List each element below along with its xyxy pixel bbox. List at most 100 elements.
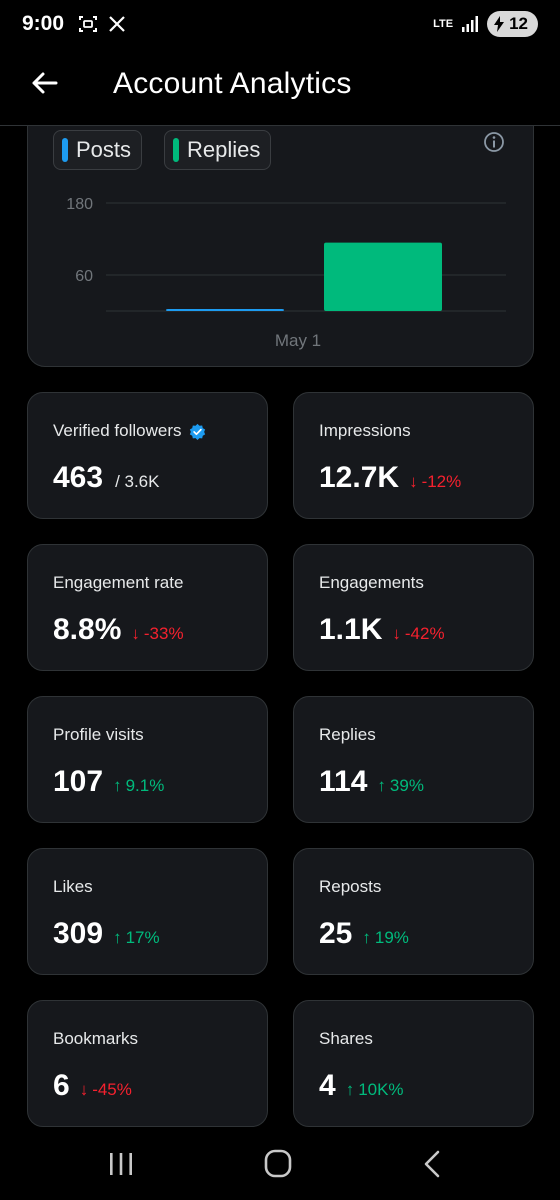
arrow-down-icon: ↓ — [131, 624, 140, 643]
stat-delta-down: ↓ -42% — [392, 624, 444, 644]
bar-posts[interactable] — [166, 309, 284, 311]
stat-delta-text: -45% — [92, 1080, 132, 1099]
stat-delta-up: ↑ 10K% — [346, 1080, 404, 1100]
arrow-down-icon: ↓ — [409, 472, 418, 491]
status-time: 9:00 — [22, 12, 65, 35]
y-tick-label: 60 — [75, 268, 93, 285]
legend-replies-label: Replies — [187, 137, 261, 162]
stat-label: Likes — [53, 877, 93, 897]
status-left-icons — [78, 14, 126, 34]
stat-label-text: Profile visits — [53, 725, 144, 744]
stat-label: Bookmarks — [53, 1029, 138, 1049]
stat-value: 8.8% — [53, 613, 122, 646]
arrow-left-icon[interactable] — [28, 66, 62, 100]
screenshot-icon — [79, 16, 97, 32]
stat-card-likes[interactable]: Likes 309 ↑ 17% — [27, 848, 268, 975]
stat-delta-up: ↑ 39% — [377, 776, 424, 796]
stat-label-text: Replies — [319, 725, 376, 744]
stat-value-row: 309 ↑ 17% — [53, 917, 160, 951]
stat-value: 463 — [53, 461, 104, 494]
stat-delta-text: 19% — [374, 928, 409, 947]
battery-level: 12 — [509, 14, 528, 33]
legend-posts[interactable]: Posts — [53, 130, 143, 170]
stat-delta-text: 39% — [389, 776, 424, 795]
stat-value-row: 6 ↓ -45% — [53, 1069, 132, 1103]
arrow-down-icon: ↓ — [79, 1080, 89, 1099]
stat-label-text: Engagement rate — [53, 573, 184, 592]
legend-replies[interactable]: Replies — [164, 130, 272, 170]
stat-label: Engagements — [319, 573, 424, 593]
stat-card-engagement-rate[interactable]: Engagement rate 8.8% ↓ -33% — [27, 544, 268, 671]
app-header: Account Analytics — [0, 52, 560, 126]
x-tick-label: May 1 — [275, 331, 321, 350]
page-title: Account Analytics — [113, 67, 352, 100]
stat-delta-text: -42% — [404, 624, 445, 643]
stat-label: Impressions — [319, 421, 411, 441]
verified-badge-icon — [189, 423, 205, 440]
stat-label-text: Shares — [319, 1029, 373, 1048]
stat-label-text: Engagements — [319, 573, 424, 592]
stat-label: Profile visits — [53, 725, 144, 745]
stat-delta-text: 10K% — [358, 1080, 404, 1099]
x-logo-icon — [109, 16, 125, 32]
stat-label: Engagement rate — [53, 573, 183, 593]
stat-value-row: 12.7K ↓ -12% — [319, 461, 461, 495]
back-icon[interactable] — [414, 1146, 454, 1182]
stat-card-replies[interactable]: Replies 114 ↑ 39% — [293, 696, 534, 823]
stat-value: 4 — [319, 1069, 336, 1102]
stat-card-shares[interactable]: Shares 4 ↑ 10K% — [293, 1000, 534, 1127]
stat-delta-text: 17% — [125, 928, 160, 947]
legend-posts-swatch — [62, 138, 68, 162]
stat-label: Verified followers — [53, 421, 206, 441]
status-bar: 9:00 LTE 12 — [0, 0, 560, 52]
arrow-down-icon: ↓ — [392, 624, 401, 643]
stat-value: 107 — [53, 765, 104, 798]
stat-value-row: 114 ↑ 39% — [319, 765, 424, 799]
stat-value: 1.1K — [319, 613, 383, 646]
arrow-up-icon: ↑ — [377, 776, 386, 795]
stat-card-impressions[interactable]: Impressions 12.7K ↓ -12% — [293, 392, 534, 519]
stat-delta-down: ↓ -12% — [409, 472, 461, 492]
stat-value: 114 — [319, 765, 368, 798]
home-icon[interactable] — [258, 1146, 298, 1182]
stat-label-text: Reposts — [319, 877, 382, 896]
stat-delta-text: -33% — [143, 624, 184, 643]
stat-value-row: 463 / 3.6K — [53, 461, 159, 495]
bar-replies[interactable] — [324, 242, 442, 311]
info-circle-icon[interactable] — [483, 131, 505, 153]
stat-value-row: 8.8% ↓ -33% — [53, 613, 184, 647]
stat-label-text: Likes — [53, 877, 93, 896]
stat-card-engagements[interactable]: Engagements 1.1K ↓ -42% — [293, 544, 534, 671]
stat-value: 25 — [319, 917, 353, 950]
arrow-up-icon: ↑ — [113, 776, 122, 795]
stat-delta-down: ↓ -45% — [80, 1080, 132, 1100]
legend-replies-swatch — [173, 138, 179, 162]
stat-card-reposts[interactable]: Reposts 25 ↑ 19% — [293, 848, 534, 975]
y-tick-label: 180 — [66, 196, 93, 213]
stat-card-profile-visits[interactable]: Profile visits 107 ↑ 9.1% — [27, 696, 268, 823]
system-nav-bar — [0, 1128, 560, 1200]
stat-value-row: 107 ↑ 9.1% — [53, 765, 164, 799]
stat-delta-up: ↑ 9.1% — [113, 776, 164, 796]
stat-value-row: 1.1K ↓ -42% — [319, 613, 445, 647]
signal-icon — [462, 16, 479, 32]
recent-apps-icon[interactable] — [101, 1146, 141, 1182]
stat-total: / 3.6K — [115, 472, 160, 491]
stat-card-bookmarks[interactable]: Bookmarks 6 ↓ -45% — [27, 1000, 268, 1127]
stat-delta-up: ↑ 17% — [113, 928, 160, 948]
stat-delta-text: -12% — [421, 472, 462, 491]
stat-value-row: 25 ↑ 19% — [319, 917, 409, 951]
stat-label-text: Bookmarks — [53, 1029, 139, 1048]
stat-value: 12.7K — [319, 461, 400, 494]
stat-label: Reposts — [319, 877, 381, 897]
stat-card-verified-followers[interactable]: Verified followers 463 / 3.6K — [27, 392, 268, 519]
stat-label-text: Impressions — [319, 421, 411, 440]
stat-delta-up: ↑ 19% — [362, 928, 409, 948]
battery-indicator: 12 — [487, 11, 538, 37]
stat-label-text: Verified followers — [53, 421, 182, 440]
arrow-up-icon: ↑ — [362, 928, 371, 947]
stat-label: Replies — [319, 725, 376, 745]
arrow-up-icon: ↑ — [113, 928, 122, 947]
stat-delta-text: 9.1% — [125, 776, 165, 795]
legend-posts-label: Posts — [76, 137, 132, 162]
